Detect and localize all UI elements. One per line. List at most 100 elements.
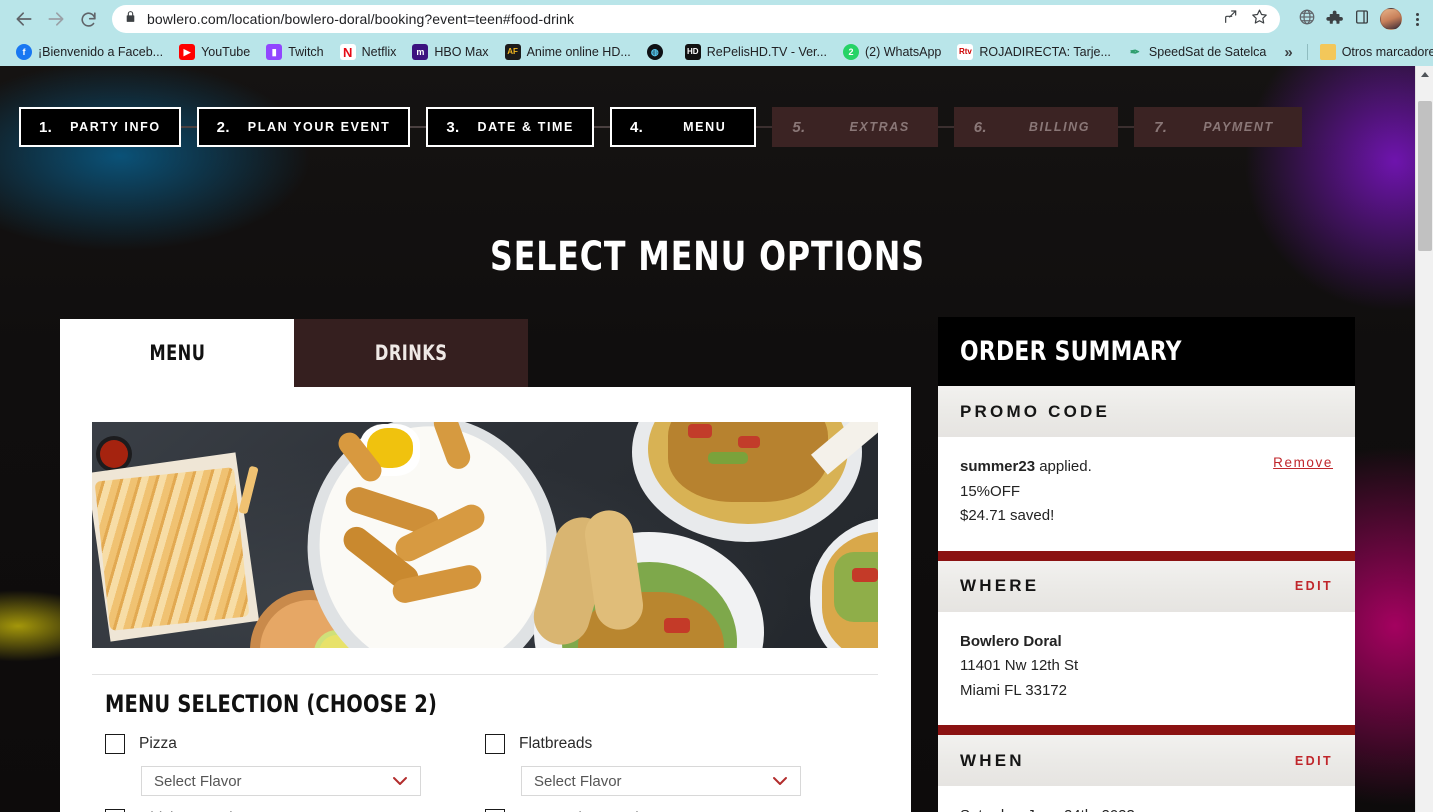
pizza-flavor-select[interactable]: Select Flavor [141, 766, 421, 796]
step-connector [410, 126, 427, 128]
web-page: 1. PARTY INFO 2. PLAN YOUR EVENT 3. DATE… [0, 66, 1433, 812]
back-arrow-icon[interactable] [10, 5, 38, 33]
star-icon[interactable] [1251, 8, 1268, 30]
bookmarks-overflow-button[interactable]: » [1274, 44, 1302, 61]
step-label: EXTRAS [849, 120, 910, 134]
option-label: Flatbreads [519, 735, 593, 752]
menu-options-left-column: Pizza Select Flavor Chicken Tenders Mozz… [105, 727, 485, 812]
bookmark-label: Twitch [288, 45, 324, 59]
bookmark-item[interactable]: AF Anime online HD... [497, 42, 639, 62]
step-plan-your-event[interactable]: 2. PLAN YOUR EVENT [196, 107, 411, 147]
scrollbar-thumb[interactable] [1418, 101, 1432, 251]
step-date-and-time[interactable]: 3. DATE & TIME [426, 107, 594, 147]
step-number: 4. [630, 118, 644, 136]
step-connector [1118, 126, 1135, 128]
page-scrollbar[interactable] [1415, 66, 1433, 812]
pizza-flavor-value: Select Flavor [154, 772, 242, 790]
lock-icon [124, 10, 137, 28]
youtube-icon: ▶ [179, 44, 196, 60]
tab-drinks[interactable]: DRINKS [294, 319, 528, 387]
when-bar: WHEN EDIT [938, 735, 1355, 786]
bookmark-item[interactable]: ◍ [639, 42, 677, 62]
rojadirecta-icon: Rtv [957, 44, 974, 60]
promo-code-value: summer23 [960, 458, 1036, 475]
bookmark-label: YouTube [201, 45, 251, 59]
step-payment: 7. PAYMENT [1134, 107, 1302, 147]
puzzle-piece-icon[interactable] [1326, 8, 1344, 31]
bookmark-label: SpeedSat de Satelca [1148, 45, 1267, 59]
menu-section-title: MENU SELECTION (CHOOSE 2) [105, 690, 438, 718]
other-bookmarks-folder[interactable]: Otros marcadores [1312, 42, 1433, 62]
tab-menu[interactable]: MENU [60, 319, 294, 387]
when-section: WHEN EDIT Saturday, June 24th, 2023 2:30… [938, 735, 1355, 812]
bookmark-label: Anime online HD... [526, 45, 631, 59]
checkbox-flatbreads[interactable] [485, 734, 505, 754]
whatsapp-icon: 2 [842, 44, 859, 60]
tab-drinks-label: DRINKS [374, 341, 448, 365]
bookmark-label: RePelisHD.TV - Ver... [706, 45, 827, 59]
step-number: 7. [1154, 118, 1168, 136]
step-connector [937, 126, 954, 128]
facebook-icon: f [16, 44, 32, 60]
reload-icon[interactable] [74, 5, 102, 33]
chevron-down-icon [772, 776, 788, 786]
checkbox-pizza[interactable] [105, 734, 125, 754]
step-menu[interactable]: 4. MENU [610, 107, 757, 147]
bookmark-label: ¡Bienvenido a Faceb... [38, 45, 164, 59]
tab-menu-label: MENU [149, 341, 205, 365]
bookmark-item[interactable]: ✒ SpeedSat de Satelca [1119, 42, 1274, 62]
bookmark-item[interactable]: Rtv ROJADIRECTA: Tarje... [949, 42, 1119, 62]
bookmark-label: Netflix [361, 45, 397, 59]
bookmarks-bar: f ¡Bienvenido a Faceb... ▶ YouTube ▮ Twitch… [0, 38, 1433, 66]
option-flatbreads[interactable]: Flatbreads [485, 727, 865, 761]
where-heading: WHERE [960, 576, 1040, 595]
netflix-icon: N [339, 44, 356, 60]
bookmark-item[interactable]: N Netflix [332, 42, 405, 62]
step-number: 6. [973, 118, 987, 136]
step-label: DATE & TIME [477, 120, 574, 134]
promo-saved: $24.71 saved! [960, 507, 1055, 524]
venue-name-text: Bowlero Doral [960, 632, 1062, 650]
bookmark-item[interactable]: 2 (2) WhatsApp [835, 42, 949, 62]
option-mac-and-cheese-bites[interactable]: Mac & Cheese Bites [485, 802, 865, 812]
hero-food-image [92, 422, 878, 648]
other-bookmarks-label: Otros marcadores [1341, 45, 1433, 59]
venue-name: Bowlero Doral [960, 630, 1333, 655]
bookmark-label: (2) WhatsApp [864, 45, 942, 59]
three-dot-menu-icon[interactable] [1412, 12, 1423, 26]
bookmark-item[interactable]: m HBO Max [404, 42, 496, 62]
menu-card: MENU SELECTION (CHOOSE 2) Pizza Select F… [60, 387, 911, 812]
scroll-up-arrow-icon[interactable] [1416, 66, 1433, 83]
when-body: Saturday, June 24th, 2023 2:30 PM [938, 786, 1355, 812]
when-heading: WHEN [960, 750, 1025, 770]
side-panel-icon[interactable] [1354, 9, 1370, 30]
where-body: Bowlero Doral 11401 Nw 12th St Miami FL … [938, 612, 1355, 726]
avatar-icon[interactable] [1380, 8, 1402, 30]
step-number: 5. [792, 118, 806, 136]
edit-where-button[interactable]: EDIT [1295, 579, 1333, 593]
option-chicken-tenders[interactable]: Chicken Tenders [105, 802, 485, 812]
bookmark-label: ROJADIRECTA: Tarje... [979, 45, 1111, 59]
repelishd-icon: HD [684, 44, 701, 60]
forward-arrow-icon[interactable] [42, 5, 70, 33]
remove-promo-link[interactable]: Remove [1273, 455, 1333, 470]
globe-bookmark-icon: ◍ [646, 44, 663, 60]
card-divider [92, 674, 878, 675]
option-pizza[interactable]: Pizza [105, 727, 485, 761]
globe-icon[interactable] [1298, 8, 1316, 31]
step-party-info[interactable]: 1. PARTY INFO [19, 107, 181, 147]
bookmark-item[interactable]: ▮ Twitch [258, 42, 331, 62]
bookmark-item[interactable]: ▶ YouTube [171, 42, 258, 62]
step-label: PARTY INFO [70, 120, 161, 134]
share-icon[interactable] [1223, 9, 1239, 30]
step-label: PAYMENT [1203, 120, 1274, 134]
edit-when-button[interactable]: EDIT [1295, 754, 1333, 768]
order-summary-header: ORDER SUMMARY [938, 317, 1355, 386]
bookmark-item[interactable]: f ¡Bienvenido a Faceb... [8, 42, 171, 62]
bookmark-item[interactable]: HD RePelisHD.TV - Ver... [677, 42, 835, 62]
where-section: WHERE EDIT Bowlero Doral 11401 Nw 12th S… [938, 560, 1355, 735]
flatbreads-flavor-select[interactable]: Select Flavor [521, 766, 801, 796]
step-billing: 6. BILLING [953, 107, 1119, 147]
address-bar[interactable]: bowlero.com/location/bowlero-doral/booki… [112, 5, 1280, 33]
event-date: Saturday, June 24th, 2023 [960, 804, 1333, 812]
